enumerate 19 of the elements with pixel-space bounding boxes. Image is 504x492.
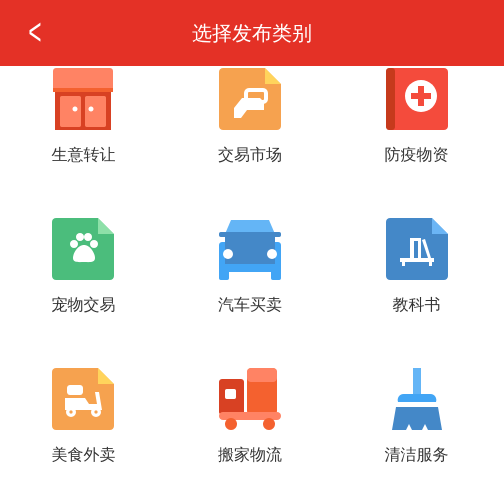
category-label[interactable]: 美食外卖 <box>51 445 116 465</box>
handshake-document-icon <box>218 68 281 130</box>
category-label[interactable]: 宠物交易 <box>51 295 116 315</box>
page-title: 选择发布类别 <box>192 20 312 47</box>
back-button[interactable]: < <box>25 12 45 54</box>
bookshelf-document-icon <box>386 218 448 280</box>
category-label[interactable]: 生意转让 <box>51 145 116 165</box>
paw-document-icon <box>52 218 114 280</box>
category-label[interactable]: 清洁服务 <box>384 445 449 465</box>
category-label[interactable]: 教科书 <box>392 295 441 315</box>
category-label[interactable]: 交易市场 <box>218 145 282 165</box>
category-label[interactable]: 搬家物流 <box>218 445 282 465</box>
moving-truck-icon <box>218 368 281 430</box>
shop-icon <box>52 68 114 130</box>
scooter-document-icon <box>52 368 114 430</box>
category-label[interactable]: 汽车买卖 <box>218 295 282 315</box>
medical-book-icon <box>386 68 448 130</box>
category-label[interactable]: 防疫物资 <box>384 145 449 165</box>
car-icon <box>218 218 281 280</box>
